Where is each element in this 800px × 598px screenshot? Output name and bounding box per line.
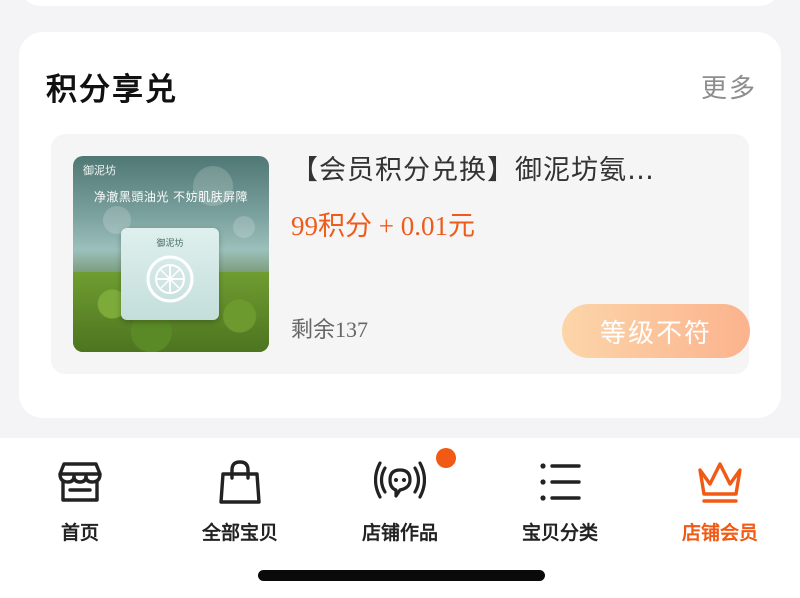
tab-label: 宝贝分类 <box>521 522 598 544</box>
product-image[interactable]: 御泥坊 净澈黑頭油光 不妨肌肤屏障 御泥坊 <box>73 156 269 352</box>
tab-label: 店铺作品 <box>361 522 438 544</box>
category-list-icon <box>540 463 581 501</box>
shopping-bag-icon <box>219 460 261 504</box>
section-title: 积分享兑 <box>46 72 178 108</box>
tab-home[interactable]: 首页 <box>10 456 150 546</box>
storefront-icon <box>58 462 102 502</box>
stock-remaining: 剩余137 <box>291 317 369 342</box>
image-tagline: 净澈黑頭油光 不妨肌肤屏障 <box>93 190 249 204</box>
tab-store-works[interactable]: 店铺作品 <box>330 456 470 546</box>
tab-item-categories[interactable]: 宝贝分类 <box>490 456 630 546</box>
live-broadcast-icon <box>374 461 426 499</box>
box-emblem-icon <box>146 255 194 303</box>
product-box: 御泥坊 <box>121 228 219 320</box>
product-title[interactable]: 【会员积分兑换】御泥坊氨… <box>291 148 731 187</box>
product-card[interactable]: 御泥坊 净澈黑頭油光 不妨肌肤屏障 御泥坊 【会员积分兑换】御泥坊氨… 99积分… <box>51 134 750 374</box>
more-link[interactable]: 更多 <box>701 68 757 105</box>
previous-section-card <box>19 0 781 6</box>
redeem-button[interactable]: 等级不符 <box>562 304 750 358</box>
tab-store-membership[interactable]: 店铺会员 <box>650 456 790 546</box>
tab-all-items[interactable]: 全部宝贝 <box>170 456 310 546</box>
product-price: 99积分 + 0.01元 <box>291 211 475 241</box>
tab-label: 首页 <box>60 522 99 544</box>
image-brand-text: 御泥坊 <box>83 164 116 177</box>
box-label: 御泥坊 <box>156 239 184 249</box>
points-exchange-section: 积分享兑 更多 御泥坊 净澈黑頭油光 不妨肌肤屏障 御泥坊 【会员积分兑换】御泥… <box>19 32 781 418</box>
notification-badge <box>436 448 456 468</box>
crown-icon <box>698 462 742 503</box>
tab-label: 全部宝贝 <box>201 522 278 544</box>
bokeh-light <box>233 216 255 238</box>
home-indicator[interactable] <box>258 570 545 581</box>
tab-label: 店铺会员 <box>681 522 758 544</box>
